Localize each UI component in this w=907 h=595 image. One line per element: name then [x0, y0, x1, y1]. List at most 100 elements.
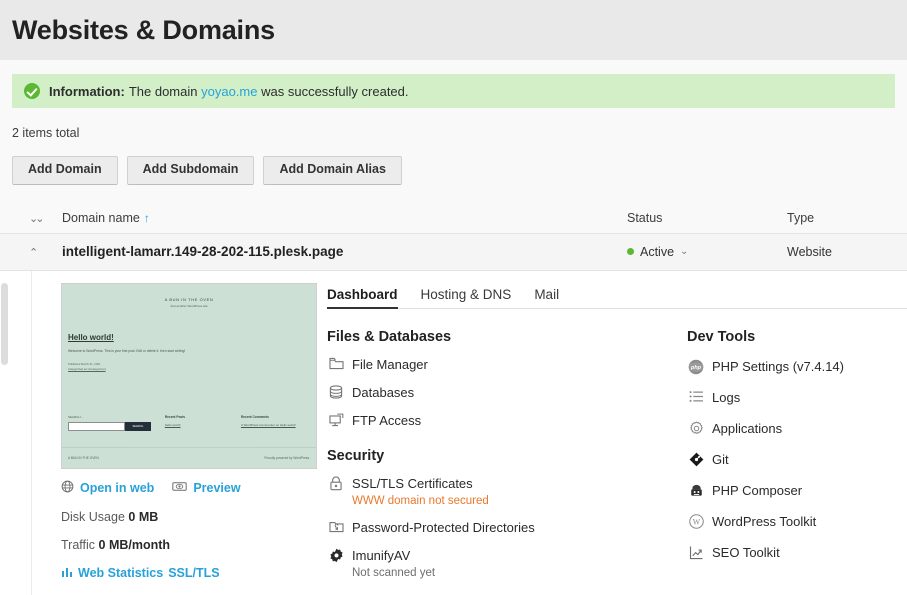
lock-icon — [327, 475, 345, 491]
column-header-type[interactable]: Type — [787, 211, 907, 225]
globe-icon — [61, 480, 80, 496]
seo-toolkit-item[interactable]: SEO Toolkit — [687, 544, 907, 561]
site-thumbnail[interactable]: A BUN IN THE OVEN Just another WordPress… — [61, 283, 317, 469]
thumbnail-tagline: Just another WordPress site — [62, 304, 316, 308]
thumbnail-recent-comments-title: Recent Comments — [241, 415, 310, 419]
row-domain-name[interactable]: intelligent-lamarr.149-28-202-115.plesk.… — [62, 244, 627, 259]
dashboard-left-column: Files & Databases File Manager — [327, 329, 687, 591]
databases-item[interactable]: Databases — [327, 384, 687, 401]
expand-all-toggle[interactable]: ⌄⌄ — [0, 211, 62, 225]
imunify-icon — [327, 547, 345, 563]
add-domain-button[interactable]: Add Domain — [12, 156, 118, 185]
thumbnail-recent-post: Hello world! — [165, 423, 227, 427]
page-root: Websites & Domains Information: The doma… — [0, 0, 907, 595]
thumbnail-recent-comment: A WordPress Commenter on Hello world! — [241, 423, 310, 427]
sort-ascending-icon[interactable]: ↑ — [144, 211, 150, 225]
wordpress-toolkit-label: WordPress Toolkit — [712, 513, 816, 530]
password-protected-directories-label: Password-Protected Directories — [352, 519, 535, 536]
file-manager-item[interactable]: File Manager — [327, 356, 687, 373]
gear-icon — [687, 420, 705, 436]
imunifyav-item[interactable]: ImunifyAV Not scanned yet — [327, 547, 687, 580]
ssl-tls-certificates-block: SSL/TLS Certificates WWW domain not secu… — [352, 475, 489, 508]
thumbnail-search-row: SEARCH — [68, 422, 151, 431]
notification-domain-link[interactable]: yoyao.me — [201, 84, 257, 99]
dashboard-content: Dashboard Hosting & DNS Mail Files & Dat… — [320, 283, 907, 595]
status-badge[interactable]: Active ⌄ — [627, 245, 787, 259]
php-settings-item[interactable]: php PHP Settings (v7.4.14) — [687, 358, 907, 375]
row-collapse-toggle[interactable]: ⌃ — [0, 244, 62, 259]
imunifyav-block: ImunifyAV Not scanned yet — [352, 547, 435, 580]
row-type: Website — [787, 245, 907, 259]
svg-text:W: W — [692, 517, 700, 526]
preview-label: Preview — [193, 481, 240, 495]
status-badge-label: Active — [640, 245, 674, 259]
tab-mail[interactable]: Mail — [534, 287, 559, 308]
php-icon: php — [687, 358, 705, 375]
traffic-row: Traffic 0 MB/month — [61, 538, 320, 552]
applications-item[interactable]: Applications — [687, 420, 907, 437]
file-manager-label: File Manager — [352, 356, 428, 373]
domains-table: ⌄⌄ Domain name ↑ Status Type ⌃ intelligen… — [0, 203, 907, 595]
composer-icon — [687, 482, 705, 498]
ssl-tls-link[interactable]: SSL/TLS — [168, 566, 219, 580]
thumbnail-search-widget: SEARCH … SEARCH — [68, 415, 151, 431]
add-subdomain-button[interactable]: Add Subdomain — [127, 156, 255, 185]
thumbnail-recent-posts-title: Recent Posts — [165, 415, 227, 419]
database-icon — [327, 384, 345, 399]
column-header-domain-name-label: Domain name — [62, 211, 140, 225]
vertical-scrollbar-thumb[interactable] — [1, 283, 8, 365]
git-item[interactable]: Git — [687, 451, 907, 468]
chevron-down-icon[interactable]: ⌄ — [680, 246, 688, 257]
dashboard-right-column: Dev Tools php PHP Settings (v7.4.14) — [687, 329, 907, 591]
ssl-tls-certificates-label: SSL/TLS Certificates — [352, 475, 489, 492]
column-header-status[interactable]: Status — [627, 211, 787, 225]
add-domain-alias-button[interactable]: Add Domain Alias — [263, 156, 402, 185]
password-protected-directories-item[interactable]: Password-Protected Directories — [327, 519, 687, 536]
web-statistics-link[interactable]: Web Statistics — [78, 566, 163, 580]
thumbnail-body: Welcome to WordPress. This is your first… — [68, 349, 316, 353]
status-dot-icon — [627, 248, 634, 255]
thumbnail-meta: Published March 31, 2021 Categorized as … — [68, 362, 316, 372]
ftp-access-label: FTP Access — [352, 412, 421, 429]
tab-dashboard[interactable]: Dashboard — [327, 287, 398, 308]
svg-text:php: php — [690, 365, 702, 371]
domain-detail-panel: A BUN IN THE OVEN Just another WordPress… — [0, 271, 907, 595]
thumbnail-header: A BUN IN THE OVEN Just another WordPress… — [62, 284, 316, 308]
detail-tabs: Dashboard Hosting & DNS Mail — [327, 283, 907, 309]
php-settings-label: PHP Settings (v7.4.14) — [712, 358, 844, 375]
open-in-web-link[interactable]: Open in web — [61, 480, 154, 496]
thumbnail-recent-posts: Recent Posts Hello world! — [165, 415, 227, 431]
table-row[interactable]: ⌃ intelligent-lamarr.149-28-202-115.ples… — [0, 234, 907, 271]
toolbar: Add Domain Add Subdomain Add Domain Alia… — [0, 140, 907, 185]
logs-item[interactable]: Logs — [687, 389, 907, 406]
folder-icon — [327, 356, 345, 370]
git-icon — [687, 451, 705, 467]
thumbnail-search-label: SEARCH … — [68, 415, 151, 419]
thumbnail-category: Categorized as Uncategorized — [68, 367, 316, 372]
ssl-tls-certificates-item[interactable]: SSL/TLS Certificates WWW domain not secu… — [327, 475, 687, 508]
preview-link[interactable]: Preview — [172, 480, 240, 496]
chevron-up-icon[interactable]: ⌃ — [29, 248, 38, 259]
traffic-value: 0 MB/month — [99, 538, 171, 552]
preview-column: A BUN IN THE OVEN Just another WordPress… — [0, 283, 320, 595]
eye-icon — [172, 480, 193, 496]
thumbnail-footer-left: A BUN IN THE OVEN — [68, 456, 99, 460]
traffic-label: Traffic — [61, 538, 95, 552]
chevron-double-down-icon[interactable]: ⌄⌄ — [29, 214, 41, 225]
wordpress-toolkit-item[interactable]: W WordPress Toolkit — [687, 513, 907, 530]
disk-usage-label: Disk Usage — [61, 510, 125, 524]
ftp-access-item[interactable]: FTP Access — [327, 412, 687, 429]
column-header-domain-name[interactable]: Domain name ↑ — [62, 211, 627, 225]
dashboard-columns: Files & Databases File Manager — [327, 309, 907, 591]
notification-text-after: was successfully created. — [261, 84, 408, 99]
open-in-web-label: Open in web — [80, 481, 154, 495]
security-title: Security — [327, 448, 687, 464]
databases-label: Databases — [352, 384, 414, 401]
thumbnail-site-title: A BUN IN THE OVEN — [62, 297, 316, 302]
tab-hosting-dns[interactable]: Hosting & DNS — [421, 287, 512, 308]
page-title: Websites & Domains — [12, 17, 275, 44]
thumbnail-footer: A BUN IN THE OVEN Proudly powered by Wor… — [62, 447, 316, 468]
thumbnail-footer-right: Proudly powered by WordPress. — [264, 456, 310, 460]
php-composer-label: PHP Composer — [712, 482, 802, 499]
php-composer-item[interactable]: PHP Composer — [687, 482, 907, 499]
